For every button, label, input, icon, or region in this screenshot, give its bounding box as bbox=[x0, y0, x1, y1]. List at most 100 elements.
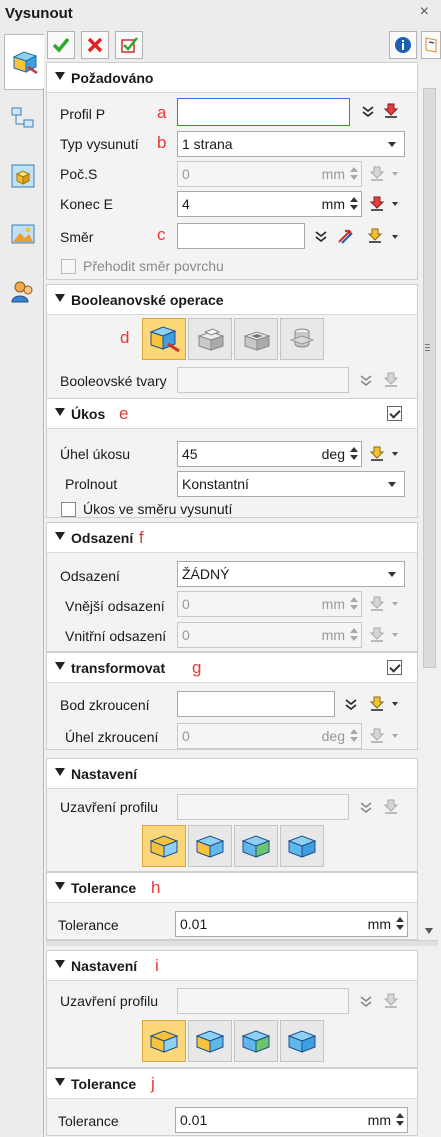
section-boolean: Booleanovské operace d Booleovské tvary bbox=[46, 284, 418, 399]
cap-end-button[interactable] bbox=[234, 1020, 278, 1062]
chevron-double-down-icon[interactable] bbox=[358, 102, 378, 122]
blend-select[interactable]: Konstantní bbox=[177, 471, 405, 497]
collapse-triangle-icon[interactable] bbox=[55, 72, 65, 80]
marker-i: i bbox=[155, 956, 159, 975]
collapse-triangle-icon[interactable] bbox=[55, 960, 65, 968]
collapse-triangle-icon[interactable] bbox=[55, 294, 65, 302]
check-icon[interactable] bbox=[47, 31, 75, 59]
pick-arrow-disabled-icon bbox=[381, 370, 401, 390]
cap-both-button[interactable] bbox=[142, 825, 186, 867]
cap-both-button[interactable] bbox=[142, 1020, 186, 1062]
collapse-triangle-icon[interactable] bbox=[55, 882, 65, 890]
vertical-scrollbar[interactable] bbox=[421, 62, 438, 940]
cap-start-button[interactable] bbox=[188, 825, 232, 867]
pick-arrow-disabled-icon bbox=[367, 164, 387, 184]
section-title: transformovat bbox=[71, 660, 166, 676]
chevron-double-down-icon[interactable] bbox=[341, 695, 361, 715]
x-icon[interactable] bbox=[81, 31, 109, 59]
pick-arrow-yellow-icon[interactable] bbox=[365, 226, 385, 246]
profile-close-label: Uzavření profilu bbox=[60, 993, 159, 1009]
marker-j: j bbox=[151, 1074, 155, 1093]
dropdown-arrow-icon[interactable] bbox=[392, 702, 398, 706]
collapse-triangle-icon[interactable] bbox=[55, 532, 65, 540]
section-header[interactable]: Odsazení f bbox=[47, 523, 417, 553]
tolerance-input[interactable]: 0.01 mm bbox=[175, 1107, 408, 1133]
section-header[interactable]: transformovat g bbox=[47, 653, 417, 683]
collapse-triangle-icon[interactable] bbox=[55, 662, 65, 670]
user-tab-icon[interactable] bbox=[4, 266, 42, 318]
section-header[interactable]: Nastavení bbox=[47, 759, 417, 789]
twist-angle-label: Úhel zkroucení bbox=[65, 729, 159, 745]
boolean-base-button[interactable] bbox=[142, 318, 186, 360]
start-input: 0 mm bbox=[177, 161, 362, 187]
pick-arrow-yellow-icon[interactable] bbox=[367, 694, 387, 714]
boolean-shapes-label: Booleovské tvary bbox=[60, 373, 167, 389]
spinner-icon bbox=[350, 197, 358, 211]
section-tolerance-2: Tolerance j Tolerance 0.01 mm bbox=[46, 1068, 418, 1136]
section-header[interactable]: Booleanovské operace bbox=[47, 285, 417, 315]
cap-start-button[interactable] bbox=[188, 1020, 232, 1062]
marker-e: e bbox=[119, 404, 129, 423]
boolean-intersect-button[interactable] bbox=[280, 318, 324, 360]
boolean-add-button[interactable] bbox=[188, 318, 232, 360]
section-settings-1: Nastavení Uzavření profilu bbox=[46, 758, 418, 872]
info-icon[interactable] bbox=[389, 31, 417, 59]
part-tab-icon[interactable] bbox=[4, 150, 42, 202]
inner-offset-input: 0 mm bbox=[177, 622, 362, 648]
extrude-type-select[interactable]: 1 strana bbox=[177, 131, 405, 157]
chevron-double-down-icon bbox=[356, 798, 376, 818]
marker-a: a bbox=[157, 103, 167, 122]
draft-along-checkbox[interactable] bbox=[61, 502, 76, 517]
flip-label: Přehodit směr povrchu bbox=[83, 258, 224, 274]
start-label: Poč.S bbox=[60, 166, 98, 182]
pick-arrow-disabled-icon bbox=[367, 594, 387, 614]
flip-checkbox[interactable] bbox=[61, 259, 76, 274]
boolean-subtract-button[interactable] bbox=[234, 318, 278, 360]
dropdown-arrow-icon[interactable] bbox=[392, 202, 398, 206]
tolerance-label: Tolerance bbox=[58, 917, 119, 933]
transform-enable-checkbox[interactable] bbox=[387, 660, 402, 675]
chevron-double-down-icon[interactable] bbox=[311, 227, 331, 247]
splitter[interactable] bbox=[46, 940, 438, 946]
offset-mode-select[interactable]: ŽÁDNÝ bbox=[177, 561, 405, 587]
section-header[interactable]: Nastavení i bbox=[47, 951, 417, 981]
scrollbar-thumb[interactable] bbox=[423, 88, 436, 668]
property-panel: Požadováno Profil P a Typ vysunutí b 1 s… bbox=[46, 62, 418, 1137]
chevron-double-down-icon bbox=[356, 992, 376, 1012]
section-header[interactable]: Tolerance j bbox=[47, 1069, 417, 1099]
close-icon[interactable]: × bbox=[420, 3, 429, 21]
collapse-triangle-icon[interactable] bbox=[55, 408, 65, 416]
side-tabs bbox=[0, 28, 44, 1137]
twist-point-input[interactable] bbox=[177, 691, 335, 717]
dropdown-arrow-icon[interactable] bbox=[392, 235, 398, 239]
profile-label: Profil P bbox=[60, 106, 106, 122]
tolerance-input[interactable]: 0.01 mm bbox=[175, 911, 408, 937]
pick-arrow-red-icon[interactable] bbox=[367, 194, 387, 214]
pick-arrow-yellow-icon[interactable] bbox=[367, 444, 387, 464]
tree-tab-icon[interactable] bbox=[4, 92, 42, 144]
scroll-down-arrow-icon[interactable] bbox=[425, 928, 433, 934]
section-title: Tolerance bbox=[71, 880, 137, 896]
reverse-direction-icon[interactable] bbox=[335, 226, 355, 246]
section-header[interactable]: Tolerance h bbox=[47, 873, 417, 903]
section-settings-2: Nastavení i Uzavření profilu bbox=[46, 950, 418, 1068]
toolbar bbox=[44, 28, 441, 62]
dropdown-arrow-icon[interactable] bbox=[392, 452, 398, 456]
help-book-icon[interactable] bbox=[421, 31, 441, 59]
cap-end-button[interactable] bbox=[234, 825, 278, 867]
draft-angle-input[interactable]: 45 deg bbox=[177, 441, 362, 467]
cap-none-button[interactable] bbox=[280, 1020, 324, 1062]
cap-none-button[interactable] bbox=[280, 825, 324, 867]
apply-check-icon[interactable] bbox=[115, 31, 143, 59]
collapse-triangle-icon[interactable] bbox=[55, 1078, 65, 1086]
end-input[interactable]: 4 mm bbox=[177, 191, 362, 217]
section-header[interactable]: Požadováno bbox=[47, 63, 417, 93]
draft-enable-checkbox[interactable] bbox=[387, 406, 402, 421]
image-tab-icon[interactable] bbox=[4, 208, 42, 260]
profile-input[interactable] bbox=[177, 98, 350, 126]
extrude-tab-icon[interactable] bbox=[4, 34, 44, 90]
pick-arrow-red-icon[interactable] bbox=[381, 101, 401, 121]
direction-input[interactable] bbox=[177, 223, 305, 249]
section-header[interactable]: Úkos e bbox=[47, 399, 417, 429]
collapse-triangle-icon[interactable] bbox=[55, 768, 65, 776]
